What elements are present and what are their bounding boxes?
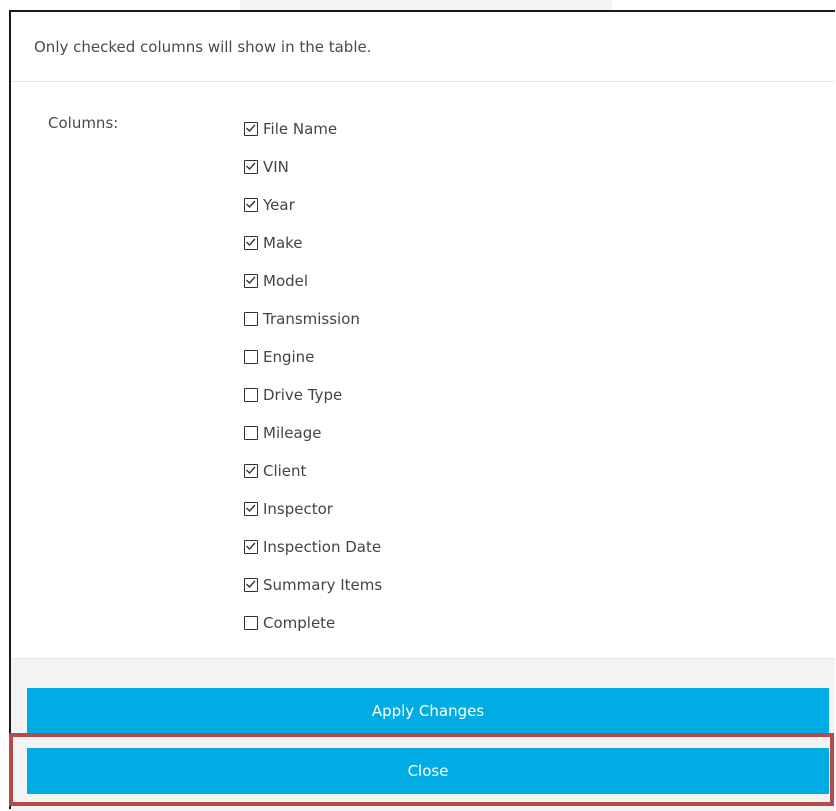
column-option-label: File Name [263,120,338,138]
column-settings-modal: Only checked columns will show in the ta… [9,10,835,811]
checkbox-checked-icon[interactable] [244,122,258,136]
column-option-label: Inspector [263,500,333,518]
modal-footer: Apply Changes Close [11,658,835,811]
checkbox-unchecked-icon[interactable] [244,426,258,440]
modal-header: Only checked columns will show in the ta… [11,12,835,82]
column-option-inspection-date[interactable]: Inspection Date [244,528,382,566]
column-option-label: Client [263,462,307,480]
column-option-drive-type[interactable]: Drive Type [244,376,382,414]
column-option-summary-items[interactable]: Summary Items [244,566,382,604]
checkbox-checked-icon[interactable] [244,198,258,212]
checkbox-unchecked-icon[interactable] [244,312,258,326]
column-option-inspector[interactable]: Inspector [244,490,382,528]
checkbox-unchecked-icon[interactable] [244,350,258,364]
checkbox-checked-icon[interactable] [244,464,258,478]
modal-hint-text: Only checked columns will show in the ta… [34,38,372,56]
apply-changes-button[interactable]: Apply Changes [27,688,829,734]
checkbox-checked-icon[interactable] [244,540,258,554]
column-option-label: Inspection Date [263,538,382,556]
column-option-model[interactable]: Model [244,262,382,300]
column-option-label: Complete [263,614,336,632]
columns-checkbox-list: File Name VIN Year Make Model Transmission Eng… [244,110,382,642]
column-option-transmission[interactable]: Transmission [244,300,382,338]
column-option-vin[interactable]: VIN [244,148,382,186]
columns-label: Columns: [48,114,119,132]
checkbox-checked-icon[interactable] [244,578,258,592]
column-option-mileage[interactable]: Mileage [244,414,382,452]
column-option-label: Mileage [263,424,322,442]
checkbox-checked-icon[interactable] [244,274,258,288]
column-option-complete[interactable]: Complete [244,604,382,642]
column-option-label: Drive Type [263,386,343,404]
checkbox-unchecked-icon[interactable] [244,616,258,630]
column-option-label: Summary Items [263,576,383,594]
checkbox-checked-icon[interactable] [244,502,258,516]
checkbox-unchecked-icon[interactable] [244,388,258,402]
checkbox-checked-icon[interactable] [244,160,258,174]
column-option-year[interactable]: Year [244,186,382,224]
column-option-make[interactable]: Make [244,224,382,262]
column-option-file-name[interactable]: File Name [244,110,382,148]
column-option-label: Transmission [263,310,360,328]
column-option-client[interactable]: Client [244,452,382,490]
column-option-label: Engine [263,348,315,366]
column-option-engine[interactable]: Engine [244,338,382,376]
top-tab [240,0,612,10]
checkbox-checked-icon[interactable] [244,236,258,250]
column-option-label: Year [263,196,295,214]
columns-form: Columns: File Name VIN Year Make Model Transm… [11,82,835,658]
column-option-label: Model [263,272,309,290]
column-option-label: VIN [263,158,289,176]
column-option-label: Make [263,234,303,252]
close-button[interactable]: Close [27,748,829,794]
